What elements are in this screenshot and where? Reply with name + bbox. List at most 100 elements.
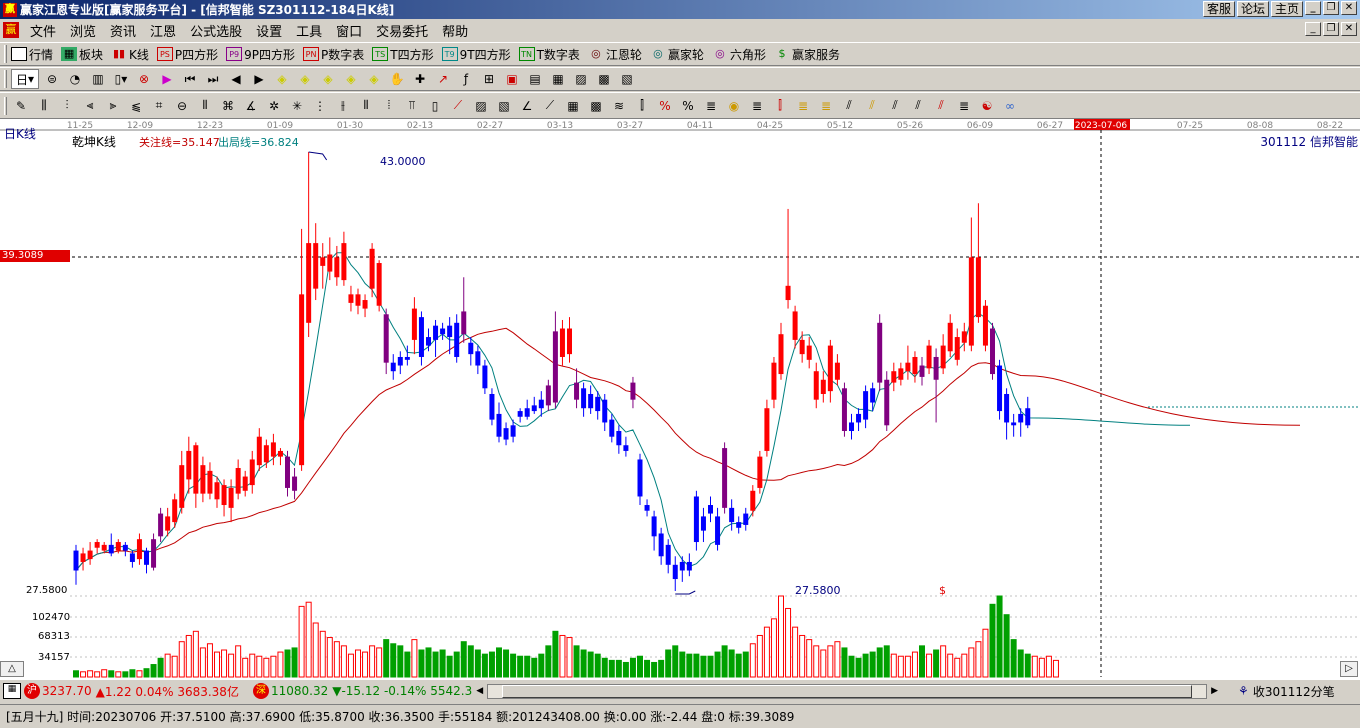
draw-tool-icon-22[interactable]: ▩	[586, 96, 606, 116]
compare-icon[interactable]: ⊜	[42, 69, 62, 89]
fib-icon-9[interactable]: ⫽	[908, 96, 928, 116]
fib-icon-5[interactable]: ≣	[816, 96, 836, 116]
pie-icon[interactable]: ◔	[65, 69, 85, 89]
diamond-icon-1[interactable]: ◈	[272, 69, 292, 89]
draw-tool-icon-2[interactable]: ⫶	[57, 96, 77, 116]
crosshair-icon[interactable]: ✚	[410, 69, 430, 89]
sun-tool-icon[interactable]: ✲	[264, 96, 284, 116]
yinyang-icon[interactable]: ☯	[977, 96, 997, 116]
draw-tool-icon-1[interactable]: ⫼	[34, 96, 54, 116]
tb-9p-square[interactable]: P9 9P四方形	[226, 46, 295, 63]
mdi-close-icon[interactable]: ✕	[1341, 22, 1357, 36]
tb-t-number[interactable]: TN T数字表	[518, 46, 580, 63]
calendar-icon[interactable]: ▣	[502, 69, 522, 89]
draw-tool-icon-9[interactable]: ∡	[241, 96, 261, 116]
save-icon[interactable]: ▨	[571, 69, 591, 89]
back-icon[interactable]: ◀	[226, 69, 246, 89]
tb-t-square[interactable]: TS T四方形	[372, 46, 434, 63]
app-menu-icon[interactable]: 赢	[3, 22, 19, 38]
draw-tool-icon-19[interactable]: ∠	[517, 96, 537, 116]
menu-help[interactable]: 帮助	[435, 21, 475, 40]
tb-quotes[interactable]: 行情	[11, 46, 53, 63]
menu-window[interactable]: 窗口	[329, 21, 369, 40]
truck-icon[interactable]: ▧	[617, 69, 637, 89]
fib-icon-2[interactable]: ≣	[747, 96, 767, 116]
tb-service[interactable]: $ 赢家服务	[774, 46, 840, 63]
tick-detail-label[interactable]: 收301112分笔	[1253, 683, 1335, 700]
percent-icon-1[interactable]: %	[655, 96, 675, 116]
diamond-icon-3[interactable]: ◈	[318, 69, 338, 89]
menu-settings[interactable]: 设置	[249, 21, 289, 40]
draw-tool-icon-16[interactable]: ⟋	[448, 96, 468, 116]
tb-hexagon[interactable]: ◎ 六角形	[712, 46, 766, 63]
draw-tool-icon-11[interactable]: ⫲	[333, 96, 353, 116]
diamond-icon-4[interactable]: ◈	[341, 69, 361, 89]
circle-tool-icon[interactable]: ⊖	[172, 96, 192, 116]
fib-icon-3[interactable]: ⫿	[770, 96, 790, 116]
tb-gann-wheel[interactable]: ◎ 江恩轮	[588, 46, 642, 63]
draw-tool-icon-12[interactable]: ⫴	[356, 96, 376, 116]
draw-tool-icon-15[interactable]: ▯	[425, 96, 445, 116]
target-icon[interactable]: ⊗	[134, 69, 154, 89]
fib-icon-6[interactable]: ⫽	[839, 96, 859, 116]
star-tool-icon[interactable]: ✳	[287, 96, 307, 116]
scrollbar-thumb[interactable]	[502, 684, 1193, 698]
diamond-icon-5[interactable]: ◈	[364, 69, 384, 89]
doc-icon[interactable]: ▦	[548, 69, 568, 89]
percent-icon-2[interactable]: %	[678, 96, 698, 116]
draw-tool-icon-24[interactable]: ⫿	[632, 96, 652, 116]
menu-tools[interactable]: 工具	[289, 21, 329, 40]
fib-icon-11[interactable]: ≣	[954, 96, 974, 116]
restore-icon[interactable]: ❐	[1323, 1, 1339, 15]
fib-icon-7[interactable]: ⫽	[862, 96, 882, 116]
kline-chart-window[interactable]: 11-25 12-09 12-23 01-09 01-30 02-13 02-27 03-13…	[0, 119, 1360, 680]
minimize-icon[interactable]: _	[1305, 1, 1321, 15]
draw-tool-icon-7[interactable]: ⦀	[195, 96, 215, 116]
horizontal-scrollbar[interactable]	[487, 683, 1208, 699]
scroll-left-icon[interactable]: ◀	[476, 686, 483, 696]
trend-icon[interactable]: ↗	[433, 69, 453, 89]
scroll-right-icon[interactable]: ▶	[1211, 686, 1218, 696]
draw-tool-icon-18[interactable]: ▧	[494, 96, 514, 116]
mdi-minimize-icon[interactable]: _	[1305, 22, 1321, 36]
forward-icon[interactable]: ▶	[249, 69, 269, 89]
tb-9t-square[interactable]: T9 9T四方形	[441, 46, 511, 63]
menu-formula[interactable]: 公式选股	[183, 21, 249, 40]
users-icon[interactable]: ▩	[594, 69, 614, 89]
kefu-button[interactable]: 客服	[1202, 1, 1235, 17]
menu-file[interactable]: 文件	[23, 21, 63, 40]
draw-tool-icon-17[interactable]: ▨	[471, 96, 491, 116]
chevron-right-icon[interactable]: ▷	[1340, 661, 1358, 677]
menu-trade[interactable]: 交易委托	[369, 21, 435, 40]
mdi-restore-icon[interactable]: ❐	[1323, 22, 1339, 36]
fib-icon-10[interactable]: ⫽	[931, 96, 951, 116]
draw-tool-icon-8[interactable]: ⌘	[218, 96, 238, 116]
coin-icon[interactable]: ◉	[724, 96, 744, 116]
draw-tool-icon-10[interactable]: ⋮	[310, 96, 330, 116]
luntan-button[interactable]: 论坛	[1236, 1, 1269, 17]
calc-icon[interactable]: ▤	[525, 69, 545, 89]
draw-tool-icon-20[interactable]: ⟋	[540, 96, 560, 116]
menu-browse[interactable]: 浏览	[63, 21, 103, 40]
zhuye-button[interactable]: 主页	[1270, 1, 1303, 17]
menu-gann[interactable]: 江恩	[143, 21, 183, 40]
hand-icon[interactable]: ✋	[387, 69, 407, 89]
bars-icon[interactable]: ▥	[88, 69, 108, 89]
kline-chart[interactable]: 11-25 12-09 12-23 01-09 01-30 02-13 02-27 03-13…	[0, 119, 1360, 680]
formula-icon[interactable]: ƒ	[456, 69, 476, 89]
draw-tool-icon-3[interactable]: ⫷	[80, 96, 100, 116]
draw-tool-icon-23[interactable]: ≋	[609, 96, 629, 116]
tb-winner-wheel[interactable]: ◎ 赢家轮	[650, 46, 704, 63]
fib-icon-4[interactable]: ≣	[793, 96, 813, 116]
fib-icon-8[interactable]: ⫽	[885, 96, 905, 116]
close-icon[interactable]: ✕	[1341, 1, 1357, 15]
draw-tool-icon-6[interactable]: ⌗	[149, 96, 169, 116]
link-icon[interactable]: ⊞	[479, 69, 499, 89]
flag-icon[interactable]: ▶	[157, 69, 177, 89]
first-icon[interactable]: ⏮	[180, 69, 200, 89]
tb-sector[interactable]: ▦ 板块	[61, 46, 103, 63]
diamond-icon-2[interactable]: ◈	[295, 69, 315, 89]
draw-tool-icon-14[interactable]: ⫪	[402, 96, 422, 116]
draw-tool-icon-5[interactable]: ⫹	[126, 96, 146, 116]
last-icon[interactable]: ⏭	[203, 69, 223, 89]
